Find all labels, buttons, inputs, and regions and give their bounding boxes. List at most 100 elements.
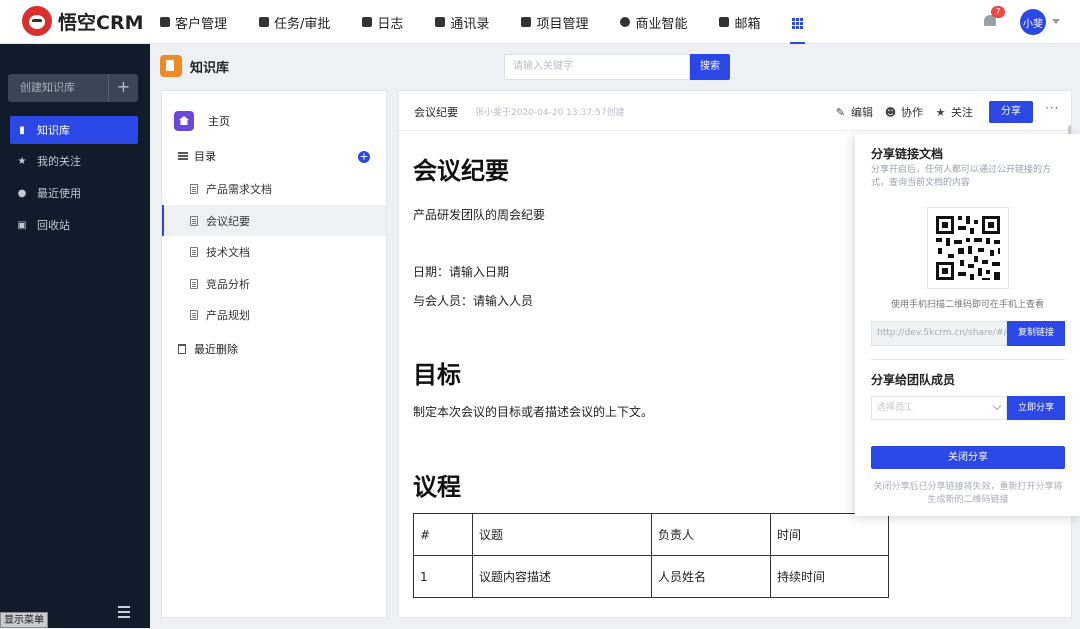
main-nav: 客户管理 任务/审批 日志 通讯录 项目管理 商业智能 邮箱 <box>160 0 835 44</box>
tree-doc-item[interactable]: 竞品分析 <box>162 268 386 299</box>
document-icon <box>190 278 198 289</box>
more-icon[interactable]: ··· <box>1045 101 1059 115</box>
tree-recent-deleted[interactable]: 最近删除 <box>178 341 238 357</box>
top-bar: 悟空CRM 客户管理 任务/审批 日志 通讯录 项目管理 商业智能 邮箱 7 小… <box>0 0 1080 44</box>
nav-item-projects[interactable]: 项目管理 <box>521 0 588 44</box>
member-placeholder: 选择员工 <box>877 403 914 413</box>
monkey-logo-icon <box>22 6 52 36</box>
table-header-row: # 议题 负责人 时间 <box>413 513 889 556</box>
nav-label: 项目管理 <box>536 16 589 32</box>
home-icon <box>174 111 194 131</box>
journal-icon <box>362 17 373 27</box>
building-icon <box>160 17 170 27</box>
avatar[interactable]: 小斐 <box>1020 9 1046 35</box>
member-select[interactable]: 选择员工 <box>871 396 1007 420</box>
trash-icon <box>178 344 186 354</box>
users-icon: ☻ <box>884 105 897 119</box>
book-icon: ▮ <box>19 124 25 136</box>
sidebar-item-label: 最近使用 <box>37 187 81 200</box>
cube-icon <box>620 17 631 27</box>
logo[interactable]: 悟空CRM <box>22 6 143 36</box>
page-title: 知识库 <box>190 60 230 76</box>
recent-deleted-label: 最近删除 <box>194 343 238 356</box>
star-icon: ★ <box>935 105 946 119</box>
nav-item-mail[interactable]: 邮箱 <box>719 0 760 44</box>
table-header-cell: 议题 <box>472 513 652 556</box>
nav-item-customers[interactable]: 客户管理 <box>160 0 227 44</box>
document-header: 会议纪要 张小斐于2020-04-20 13:37:57创建 ✎ 编辑 ☻ 协作 ★… <box>399 91 1071 131</box>
tree-doc-item[interactable]: 会议纪要 <box>162 205 386 236</box>
chevron-down-icon[interactable] <box>1052 19 1060 24</box>
heading: 会议纪要 <box>413 157 509 185</box>
share-button[interactable]: 分享 <box>989 101 1033 123</box>
doc-label: 竞品分析 <box>206 277 250 291</box>
close-share-button[interactable]: 关闭分享 <box>871 446 1065 469</box>
grid-icon <box>792 17 804 29</box>
document-icon <box>190 215 198 226</box>
paragraph: 与会人员：请输入人员 <box>413 294 534 308</box>
tree-doc-item[interactable]: 产品规划 <box>162 299 386 330</box>
nav-item-tasks[interactable]: 任务/审批 <box>259 0 330 44</box>
table-cell: 1 <box>413 555 473 598</box>
paragraph: 制定本次会议的目标或者描述会议的上下文。 <box>413 405 654 419</box>
chevron-down-icon <box>992 401 1002 411</box>
heading: 议程 <box>413 473 461 501</box>
sidebar-item-recent[interactable]: ● 最近使用 <box>10 179 138 207</box>
follow-button[interactable]: ★ 关注 <box>935 104 973 120</box>
nav-label: 客户管理 <box>175 16 228 32</box>
tree-toc[interactable]: 目录 <box>178 148 216 164</box>
share-link-desc: 分享开启后，任何人都可以通过公开链接的方式，查询当前文档的内容 <box>871 165 1052 188</box>
paragraph: 日期：请输入日期 <box>413 265 510 279</box>
sidebar-item-recycle-bin[interactable]: ▣ 回收站 <box>10 211 138 239</box>
document-icon <box>190 246 198 257</box>
document-icon <box>190 309 198 320</box>
doc-label: 产品规划 <box>206 308 250 322</box>
share-now-button[interactable]: 立即分享 <box>1007 396 1065 420</box>
document-icon <box>190 183 198 194</box>
nav-item-contacts[interactable]: 通讯录 <box>435 0 489 44</box>
sidebar-item-following[interactable]: ★ 我的关注 <box>10 147 138 175</box>
tree-doc-item[interactable]: 技术文档 <box>162 236 386 267</box>
tree-doc-item[interactable]: 产品需求文档 <box>162 173 386 204</box>
search-button[interactable]: 搜索 <box>690 54 730 80</box>
edit-button[interactable]: ✎ 编辑 <box>835 104 873 120</box>
divider <box>871 359 1065 360</box>
collaborate-button[interactable]: ☻ 协作 <box>885 104 923 120</box>
nav-item-log[interactable]: 日志 <box>362 0 403 44</box>
collaborate-label: 协作 <box>901 106 923 119</box>
document-meta: 张小斐于2020-04-20 13:37:57创建 <box>475 108 625 118</box>
share-link-field[interactable]: http://dev.5kcrm.cn/share/#/# <box>871 321 1007 346</box>
nav-item-apps-grid[interactable] <box>790 0 806 44</box>
create-knowledge-base-button[interactable]: 创建知识库 + <box>8 74 138 102</box>
edit-label: 编辑 <box>851 106 873 119</box>
search-input[interactable]: 请输入关键字 <box>504 54 690 80</box>
share-link-title: 分享链接文档 <box>871 147 944 161</box>
nav-label: 通讯录 <box>450 16 490 32</box>
table-row: 1 议题内容描述 人员姓名 持续时间 <box>413 555 889 598</box>
paragraph: 产品研发团队的周会纪要 <box>413 208 546 222</box>
plus-icon[interactable]: + <box>108 74 138 102</box>
tree-home[interactable]: 主页 <box>174 111 230 131</box>
show-menu-tooltip: 显示菜单 <box>0 612 48 628</box>
sidebar-item-label: 回收站 <box>37 219 70 232</box>
trash-icon: ▣ <box>17 219 27 231</box>
nav-item-bi[interactable]: 商业智能 <box>620 0 687 44</box>
doc-tree-panel: 主页 目录 + 产品需求文档 会议纪要 技术文档 竞品分析 产品规划 最近删除 <box>161 90 387 618</box>
document-title: 会议纪要 <box>414 106 458 119</box>
add-doc-icon[interactable]: + <box>358 151 370 163</box>
table-header-cell: 负责人 <box>651 513 771 556</box>
list-icon <box>178 152 188 160</box>
sidebar: 创建知识库 + ▮ 知识库 ★ 我的关注 ● 最近使用 ▣ 回收站 <box>0 44 150 628</box>
clock-icon: ● <box>17 187 27 199</box>
share-team-title: 分享给团队成员 <box>871 373 956 387</box>
table-cell: 持续时间 <box>770 555 889 598</box>
qr-caption: 使用手机扫描二维码即可在手机上查看 <box>890 300 1044 310</box>
toc-label: 目录 <box>194 150 216 163</box>
sidebar-item-label: 我的关注 <box>37 155 81 168</box>
phone-book-icon <box>435 17 446 27</box>
qr-code-icon <box>936 216 1000 280</box>
knowledge-base-icon <box>160 55 182 77</box>
copy-link-button[interactable]: 复制链接 <box>1007 321 1065 346</box>
collapse-menu-icon[interactable] <box>118 606 134 618</box>
sidebar-item-knowledge-base[interactable]: ▮ 知识库 <box>10 116 138 144</box>
